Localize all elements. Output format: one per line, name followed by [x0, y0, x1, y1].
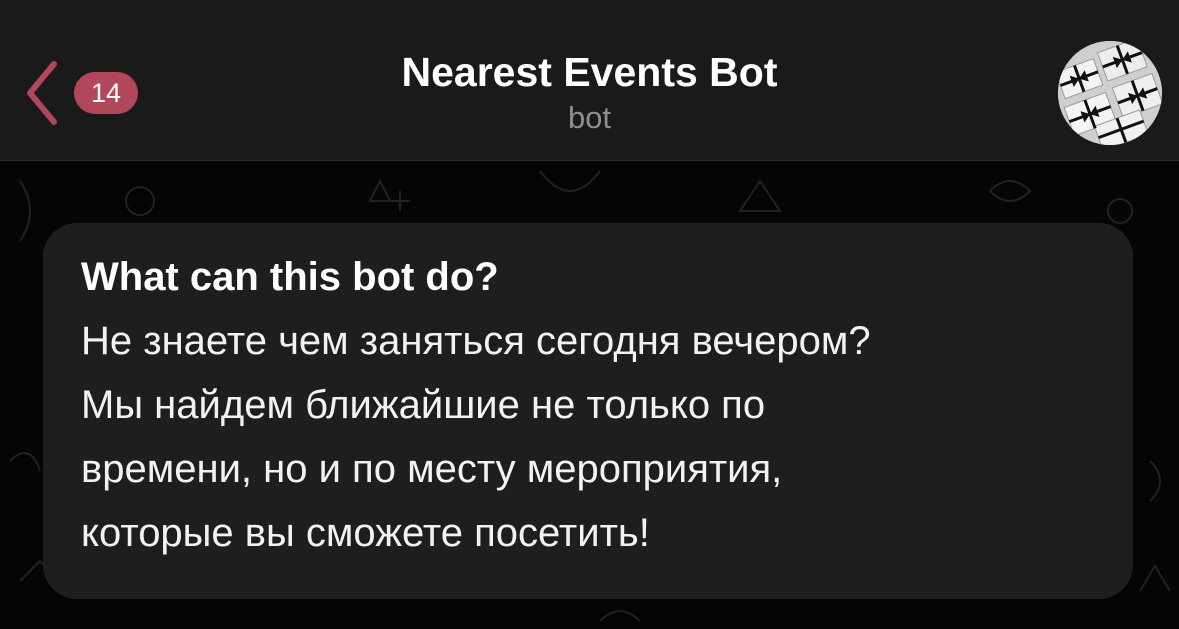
- description-line: которые вы сможете посетить!: [81, 511, 650, 555]
- gift-boxes-image: [1058, 41, 1162, 145]
- chat-title: Nearest Events Bot: [401, 49, 778, 95]
- bot-description-text: Не знаете чем заняться сегодня вечером? …: [81, 309, 1095, 565]
- bot-description-bubble: What can this bot do? Не знаете чем заня…: [43, 223, 1133, 599]
- description-line: Мы найдем ближайшие не только по: [81, 383, 766, 427]
- description-line: времени, но и по месту мероприятия,: [81, 447, 783, 491]
- chat-subtitle: bot: [567, 100, 612, 135]
- bot-avatar[interactable]: [1058, 41, 1162, 145]
- chat-title-block[interactable]: Nearest Events Bot bot: [0, 48, 1179, 136]
- description-line: Не знаете чем заняться сегодня вечером?: [81, 319, 871, 363]
- chat-header: 14 Nearest Events Bot bot: [0, 0, 1179, 161]
- bot-description-heading: What can this bot do?: [81, 255, 499, 299]
